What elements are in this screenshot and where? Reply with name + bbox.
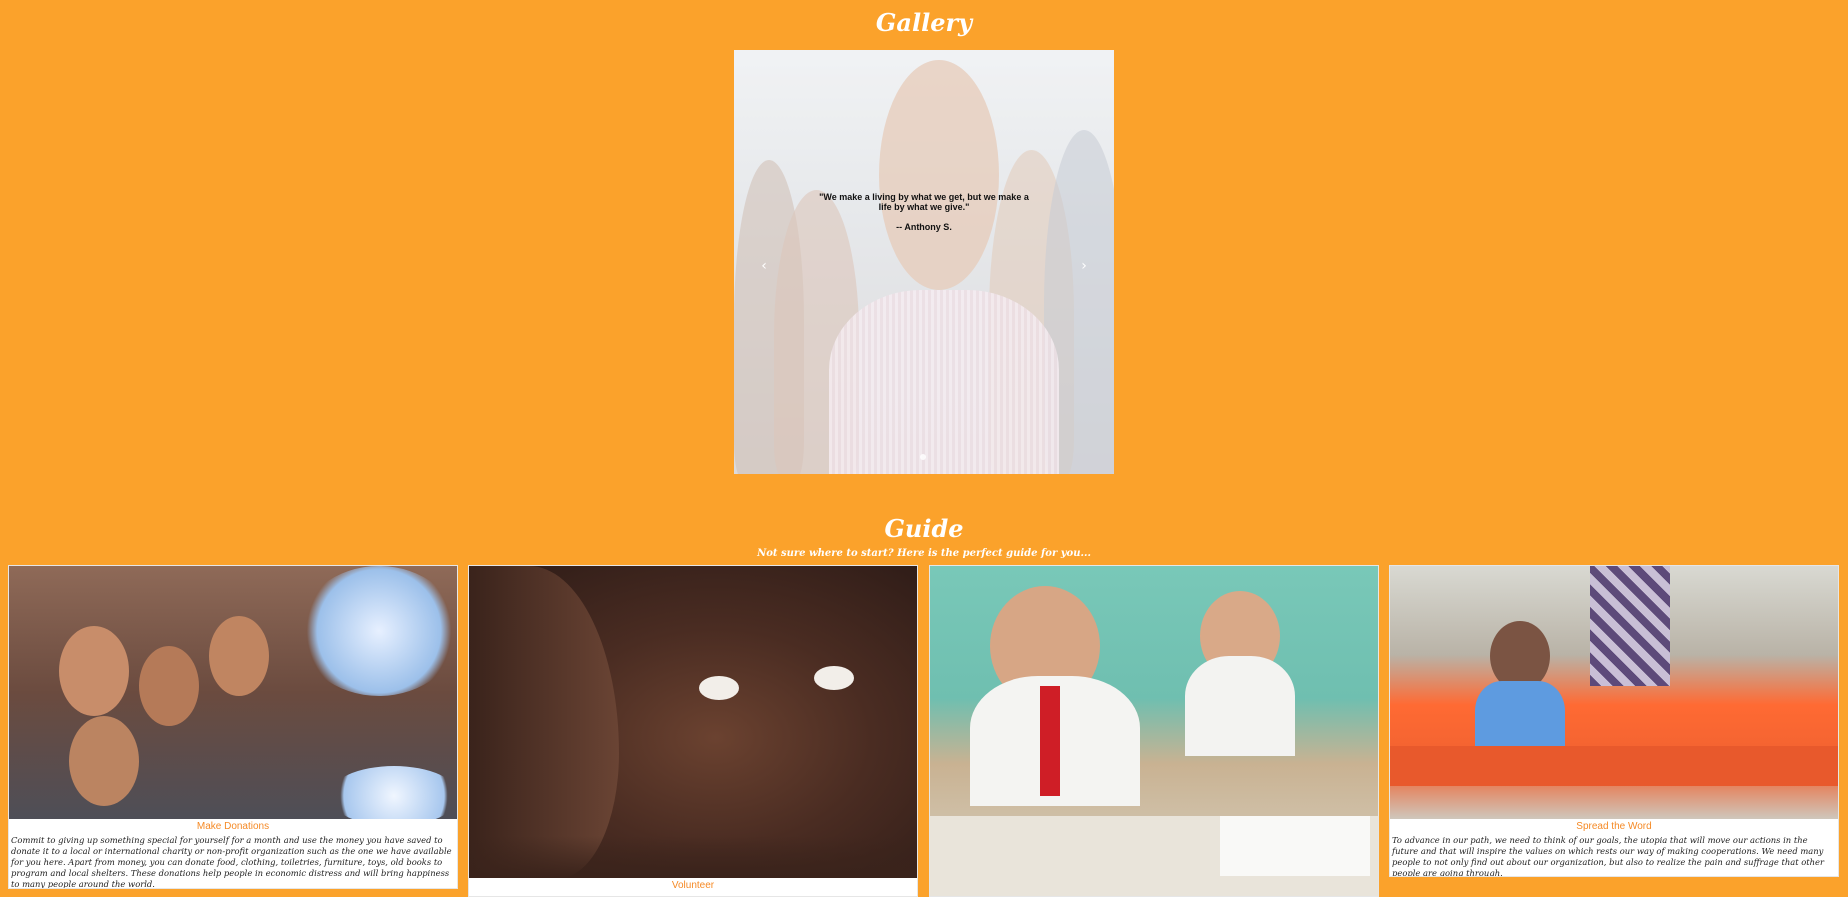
donations-description: Commit to giving up something special fo… <box>11 835 452 889</box>
donations-caption[interactable]: Make Donations <box>9 819 457 835</box>
spread-word-description: To advance in our path, we need to think… <box>1392 835 1825 877</box>
guide-card-spread-word[interactable]: Spread the Word To advance in our path, … <box>1389 565 1839 877</box>
chevron-left-icon: ‹ <box>761 258 767 274</box>
carousel-prev-button[interactable]: ‹ <box>754 256 774 276</box>
spread-word-caption[interactable]: Spread the Word <box>1390 819 1838 835</box>
carousel-quote: "We make a living by what we get, but we… <box>819 192 1029 212</box>
gallery-carousel[interactable]: "We make a living by what we get, but we… <box>734 50 1114 474</box>
carousel-next-button[interactable]: › <box>1074 256 1094 276</box>
donations-photo <box>9 566 457 819</box>
chevron-right-icon: › <box>1081 258 1087 274</box>
carousel-quote-author: -- Anthony S. <box>896 222 952 232</box>
gallery-title: Gallery <box>875 8 973 37</box>
classroom-photo <box>930 566 1378 896</box>
guide-card-donations[interactable]: Make Donations Commit to giving up somet… <box>8 565 458 889</box>
guide-card-volunteer[interactable]: Volunteer <box>468 565 918 897</box>
guide-card-education[interactable] <box>929 565 1379 897</box>
volunteer-caption[interactable]: Volunteer <box>469 878 917 894</box>
carousel-indicator[interactable] <box>920 454 926 460</box>
guide-subtitle: Not sure where to start? Here is the per… <box>757 548 1091 559</box>
hospital-photo <box>1390 566 1838 819</box>
guide-title: Guide <box>884 514 964 543</box>
volunteer-photo <box>469 566 917 878</box>
